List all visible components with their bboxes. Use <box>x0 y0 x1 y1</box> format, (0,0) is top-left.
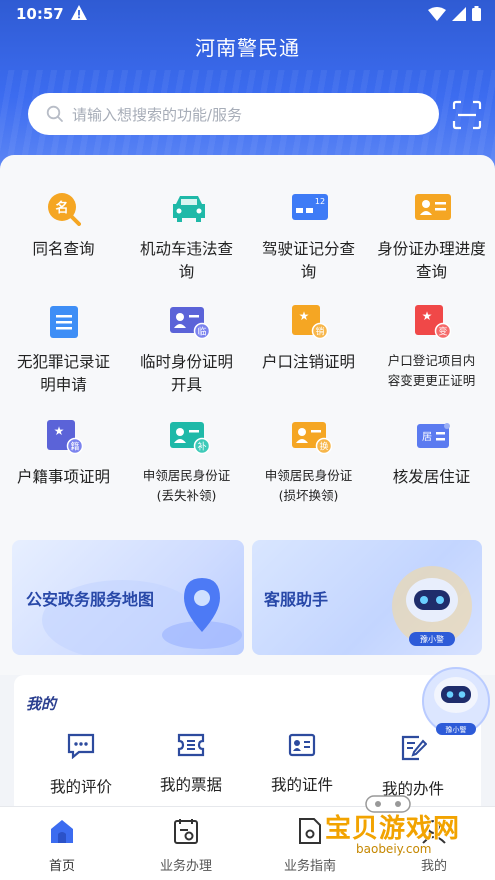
service-label: 同名查询 <box>32 240 95 258</box>
service-label: 户籍事项证明 <box>16 468 110 486</box>
svg-text:12: 12 <box>314 197 324 206</box>
floating-robot-name: 豫小警 <box>446 725 467 734</box>
service-label: 申领居民身份证(损坏换领) <box>264 468 353 503</box>
status-time: 10:57 <box>16 5 64 23</box>
scan-icon[interactable] <box>452 100 482 130</box>
household-cancel-icon: ★ 销 <box>291 305 328 340</box>
my-certificates[interactable]: 我的证件 <box>247 733 357 795</box>
banner-customer-service[interactable]: 豫小警 客服助手 <box>252 540 482 655</box>
status-bar: 10:57 <box>0 0 495 30</box>
floating-robot-icon[interactable]: 豫小警 <box>421 665 491 739</box>
robot-name: 豫小警 <box>420 634 444 644</box>
svg-text:销: 销 <box>315 326 324 338</box>
service-label: 申领居民身份证(丢失补领) <box>142 468 231 503</box>
car-icon <box>170 192 205 226</box>
service-temp-id-proof[interactable]: 临 临时身份证明开具 <box>125 305 248 397</box>
tab-business[interactable]: 业务办理 <box>124 817 248 874</box>
svg-text:★: ★ <box>421 309 432 323</box>
mine-item-label: 我的评价 <box>49 778 112 796</box>
household-record-icon: ★ 籍 <box>46 420 83 455</box>
status-icons <box>428 6 481 21</box>
svg-text:居: 居 <box>422 431 432 443</box>
svg-text:籍: 籍 <box>70 441 79 453</box>
watermark-url: baobeiy.com <box>356 842 432 856</box>
svg-text:变: 变 <box>438 326 447 338</box>
svg-text:临: 临 <box>197 326 206 338</box>
service-household-cancel[interactable]: ★ 销 户口注销证明 <box>247 305 370 374</box>
service-label: 户口注销证明 <box>261 353 355 371</box>
app-title: 河南警民通 <box>195 36 300 60</box>
service-label: 机动车违法查询 <box>139 240 233 281</box>
svg-text:★: ★ <box>53 424 64 438</box>
id-replace-icon: 换 <box>291 420 332 455</box>
mine-title: 我的 <box>26 695 57 713</box>
battery-icon <box>472 6 481 21</box>
service-id-replace[interactable]: 换 申领居民身份证(损坏换领) <box>247 420 370 506</box>
robot-assistant-icon: 豫小警 <box>392 566 472 646</box>
service-label: 无犯罪记录证明申请 <box>16 353 110 394</box>
tab-label: 首页 <box>48 859 75 874</box>
service-no-criminal-record[interactable]: 无犯罪记录证明申请 <box>2 305 125 397</box>
id-reissue-icon: 补 <box>169 420 210 455</box>
mine-item-label: 我的票据 <box>159 776 222 794</box>
license-icon: 12 <box>291 192 328 226</box>
banner-assistant-title: 客服助手 <box>264 590 329 609</box>
banner-service-map[interactable]: 公安政务服务地图 <box>12 540 244 655</box>
service-license-points[interactable]: 12 驾驶证记分查询 <box>247 192 370 284</box>
business-icon <box>174 819 198 844</box>
ticket-icon <box>177 733 205 757</box>
service-id-progress[interactable]: 身份证办理进度查询 <box>370 192 493 284</box>
warning-icon <box>71 5 87 20</box>
my-tickets[interactable]: 我的票据 <box>136 733 246 795</box>
svg-text:★: ★ <box>298 309 309 323</box>
household-change-icon: ★ 变 <box>414 305 451 340</box>
app-header: 10:57 河南警民通 <box>0 0 495 175</box>
document-icon <box>47 305 81 339</box>
search-name-icon: 名 <box>47 192 81 226</box>
service-vehicle-violation[interactable]: 机动车违法查询 <box>125 192 248 284</box>
svg-text:名: 名 <box>55 200 68 216</box>
service-label: 身份证办理进度查询 <box>377 240 486 281</box>
service-same-name-query[interactable]: 名 同名查询 <box>2 192 125 261</box>
wifi-icon <box>428 6 446 21</box>
certificate-icon <box>288 733 316 757</box>
comment-icon <box>67 733 95 760</box>
svg-text:换: 换 <box>319 441 328 453</box>
service-residence-permit[interactable]: 居 核发居住证 <box>370 420 493 489</box>
tab-label: 业务办理 <box>159 859 212 874</box>
residence-permit-icon: 居 <box>415 420 450 454</box>
service-label: 驾驶证记分查询 <box>261 240 355 281</box>
search-icon <box>46 105 63 122</box>
service-household-change[interactable]: ★ 变 户口登记项目内容变更更正证明 <box>370 305 493 391</box>
search-input[interactable]: 请输入想搜索的功能/服务 <box>28 93 439 135</box>
watermark-text: 宝贝游戏网 <box>325 814 461 844</box>
watermark: 宝贝游戏网 baobeiy.com <box>318 790 488 860</box>
search-placeholder: 请输入想搜索的功能/服务 <box>72 105 243 124</box>
banner-map-title: 公安政务服务地图 <box>26 590 155 609</box>
service-label: 核发居住证 <box>392 468 471 486</box>
svg-text:补: 补 <box>197 441 206 453</box>
my-comments[interactable]: 我的评价 <box>26 733 136 797</box>
temp-id-icon: 临 <box>169 305 210 340</box>
service-label: 户口登记项目内容变更更正证明 <box>387 353 476 388</box>
id-card-icon <box>414 192 451 226</box>
service-label: 临时身份证明开具 <box>139 353 233 394</box>
service-household-record[interactable]: ★ 籍 户籍事项证明 <box>2 420 125 489</box>
service-id-reissue[interactable]: 补 申领居民身份证(丢失补领) <box>125 420 248 506</box>
signal-icon <box>452 6 466 21</box>
tab-home[interactable]: 首页 <box>0 817 124 874</box>
home-icon <box>51 820 73 843</box>
